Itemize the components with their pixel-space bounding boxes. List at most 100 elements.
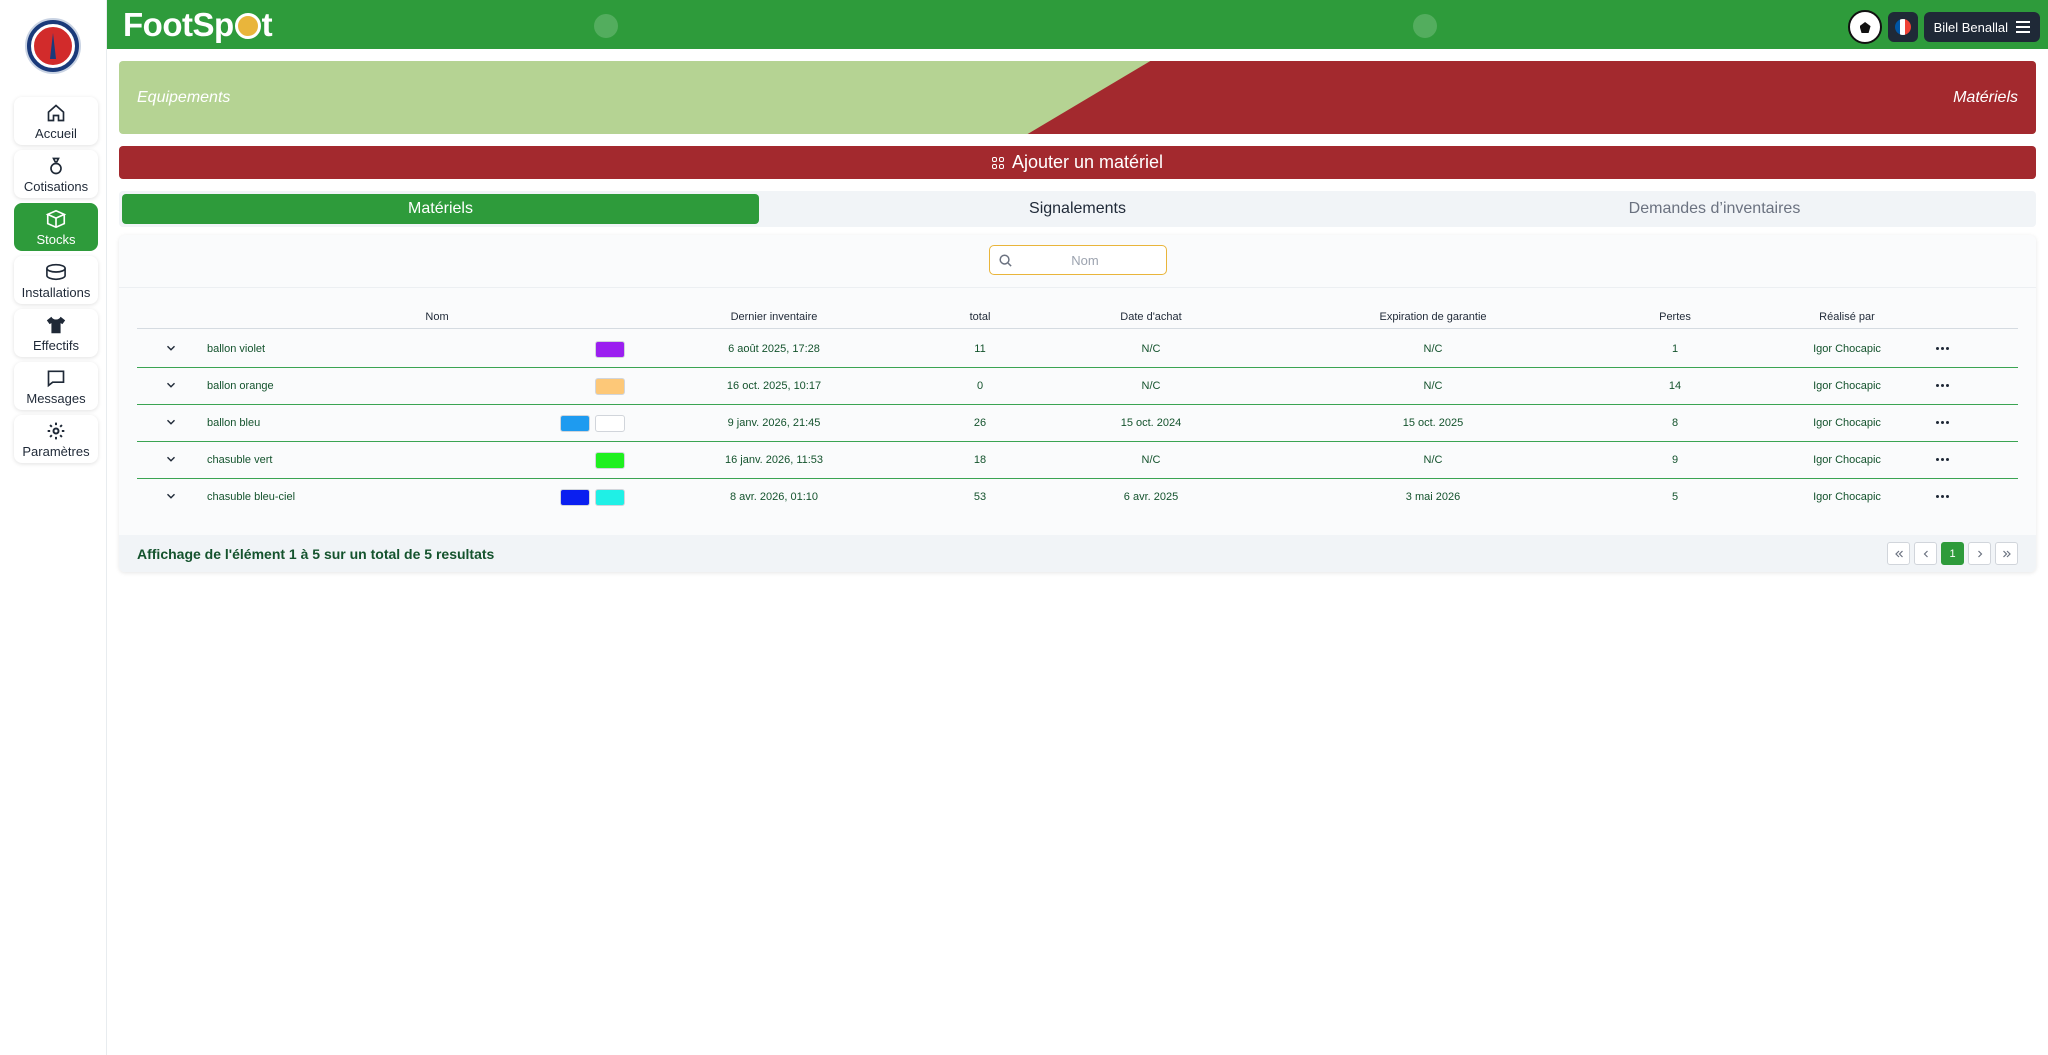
row-total: 53: [973, 491, 987, 503]
column-header-done-by: Réalisé par: [1819, 311, 1875, 323]
sidebar-item-label: Effectifs: [32, 337, 79, 353]
add-material-label: Ajouter un matériel: [1011, 152, 1164, 172]
sidebar-item-label: Paramètres: [22, 443, 90, 459]
more-actions-icon[interactable]: [1932, 376, 1952, 394]
brand-logo[interactable]: FootSp t: [123, 6, 273, 44]
chevron-down-icon[interactable]: [164, 415, 178, 429]
row-last-inventory: 8 avr. 2026, 01:10: [729, 491, 819, 503]
user-menu-button[interactable]: Bilel Benallal: [1923, 12, 2040, 42]
chevron-down-icon[interactable]: [164, 489, 178, 503]
brand-ball-icon: [234, 13, 261, 39]
row-last-inventory: 16 janv. 2026, 11:53: [724, 454, 824, 466]
row-losses: 1: [1671, 343, 1679, 355]
column-header-warranty: Expiration de garantie: [1379, 311, 1487, 323]
grid-add-icon: [991, 156, 1004, 169]
home-icon: [45, 102, 67, 124]
row-losses: 14: [1668, 380, 1682, 392]
row-last-inventory: 6 août 2025, 17:28: [728, 343, 820, 355]
hamburger-menu-icon: [2016, 21, 2030, 33]
table-row[interactable]: ballon bleu 9 janv. 2026, 21:45 26 15 oc…: [137, 405, 2018, 442]
search-input[interactable]: [1020, 252, 1150, 268]
row-done-by: Igor Chocapic: [1813, 454, 1881, 466]
row-total: 11: [974, 343, 986, 355]
table-row[interactable]: chasuble bleu-ciel 8 avr. 2026, 01:10 53…: [137, 479, 2018, 516]
row-name: ballon orange: [207, 380, 274, 392]
jersey-icon: [45, 314, 67, 336]
add-material-button[interactable]: Ajouter un matériel: [119, 146, 2036, 179]
table-footer: Affichage de l'élément 1 à 5 sur un tota…: [119, 535, 2036, 572]
decorative-ball-icon: [594, 14, 618, 38]
row-losses: 5: [1671, 491, 1679, 503]
tab-signalements[interactable]: Signalements: [759, 194, 1396, 224]
box-icon: [45, 208, 67, 230]
club-logo: [25, 18, 81, 74]
tab-materiels[interactable]: Matériels: [122, 194, 759, 224]
chevron-down-icon[interactable]: [164, 452, 178, 466]
sidebar-item-label: Accueil: [35, 125, 77, 141]
more-actions-icon[interactable]: [1932, 413, 1952, 431]
table-row[interactable]: chasuble vert 16 janv. 2026, 11:53 18 N/…: [137, 442, 2018, 479]
row-done-by: Igor Chocapic: [1813, 491, 1881, 503]
sidebar-item-label: Messages: [26, 390, 86, 406]
color-swatch: [595, 452, 625, 469]
banner-right-label: Matériels: [1953, 89, 2018, 106]
color-swatch: [595, 415, 625, 432]
gear-icon: [45, 420, 67, 442]
more-actions-icon[interactable]: [1932, 339, 1952, 357]
double-chevron-left-icon: [1894, 550, 1903, 557]
sidebar-item-effectifs[interactable]: Effectifs: [14, 309, 98, 357]
page-button[interactable]: 1: [1941, 542, 1964, 565]
row-purchase-date: 6 avr. 2025: [1123, 491, 1179, 503]
last-page-button[interactable]: [1995, 542, 2018, 565]
sidebar: Accueil Cotisations Stocks Installations…: [0, 0, 107, 1055]
sidebar-item-stocks[interactable]: Stocks: [14, 203, 98, 251]
row-done-by: Igor Chocapic: [1813, 343, 1881, 355]
row-last-inventory: 9 janv. 2026, 21:45: [727, 417, 821, 429]
sidebar-item-parametres[interactable]: Paramètres: [14, 415, 98, 463]
results-summary: Affichage de l'élément 1 à 5 sur un tota…: [137, 546, 495, 562]
sidebar-item-cotisations[interactable]: Cotisations: [14, 150, 98, 198]
soccer-ball-icon[interactable]: [1847, 10, 1882, 44]
table-header: Nom Dernier inventaire total Date d'acha…: [137, 307, 2018, 329]
user-name: Bilel Benallal: [1933, 19, 2008, 35]
row-last-inventory: 16 oct. 2025, 10:17: [726, 380, 822, 392]
first-page-button[interactable]: [1887, 542, 1910, 565]
tab-demandes-inventaires[interactable]: Demandes d’inventaires: [1396, 194, 2033, 224]
chat-icon: [45, 367, 67, 389]
row-total: 26: [973, 417, 987, 429]
top-header: FootSp t Bilel Benallal: [107, 0, 2048, 49]
row-losses: 8: [1671, 417, 1679, 429]
column-header-total: total: [969, 311, 991, 323]
row-done-by: Igor Chocapic: [1813, 417, 1881, 429]
color-swatch: [560, 415, 590, 432]
chevron-down-icon[interactable]: [164, 341, 178, 355]
previous-page-button[interactable]: [1914, 542, 1937, 565]
more-actions-icon[interactable]: [1932, 487, 1952, 505]
chevron-down-icon[interactable]: [164, 378, 178, 392]
color-swatch: [595, 341, 625, 358]
column-header-name: Nom: [425, 311, 449, 323]
color-swatch: [595, 489, 625, 506]
decorative-ball-icon: [1413, 14, 1437, 38]
table-row[interactable]: ballon violet 6 août 2025, 17:28 11 N/C …: [137, 331, 2018, 368]
row-total: 18: [973, 454, 987, 466]
sidebar-item-label: Stocks: [36, 231, 76, 247]
row-purchase-date: N/C: [1141, 343, 1161, 355]
more-actions-icon[interactable]: [1932, 450, 1952, 468]
section-banner: Equipements Matériels: [119, 61, 2036, 134]
next-page-button[interactable]: [1968, 542, 1991, 565]
table-row[interactable]: ballon orange 16 oct. 2025, 10:17 0 N/C …: [137, 368, 2018, 405]
sidebar-item-accueil[interactable]: Accueil: [14, 97, 98, 145]
search-icon: [990, 253, 1020, 268]
sidebar-item-messages[interactable]: Messages: [14, 362, 98, 410]
sidebar-item-label: Installations: [21, 284, 91, 300]
sidebar-item-installations[interactable]: Installations: [14, 256, 98, 304]
color-swatch: [560, 489, 590, 506]
row-warranty: N/C: [1423, 380, 1443, 392]
sidebar-item-label: Cotisations: [23, 178, 89, 194]
language-button[interactable]: [1887, 12, 1918, 42]
row-losses: 9: [1671, 454, 1679, 466]
row-name: chasuble vert: [207, 454, 273, 466]
stadium-icon: [45, 261, 67, 283]
row-warranty: 15 oct. 2025: [1402, 417, 1464, 429]
